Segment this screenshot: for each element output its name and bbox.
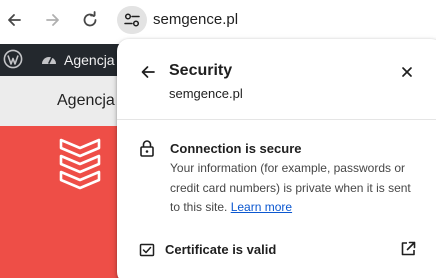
wordpress-logo-icon[interactable]: [3, 49, 23, 69]
site-info-button[interactable]: [117, 6, 147, 34]
popup-back-button[interactable]: [137, 61, 159, 83]
connection-status-title: Connection is secure: [170, 141, 302, 156]
site-logo-icon: [59, 138, 101, 190]
site-nav-link[interactable]: Agencja: [57, 92, 115, 110]
back-nav-button[interactable]: [2, 8, 26, 32]
browser-toolbar: semgence.pl: [0, 0, 436, 40]
popup-title: Security: [169, 62, 233, 79]
wp-admin-bar: Agencja S: [0, 44, 130, 76]
popup-divider: [117, 119, 436, 120]
lock-icon: [140, 140, 154, 157]
popup-close-button[interactable]: [396, 61, 418, 83]
certificate-row[interactable]: Certificate is valid: [117, 235, 436, 265]
certificate-icon: [139, 243, 155, 257]
connection-description: Your information (for example, passwords…: [170, 159, 420, 218]
tune-icon: [124, 13, 140, 27]
dashboard-gauge-icon: [42, 56, 56, 64]
address-bar-url[interactable]: semgence.pl: [153, 11, 238, 28]
reload-icon: [83, 11, 97, 27]
external-link-icon[interactable]: [399, 240, 417, 258]
forward-nav-button[interactable]: [41, 8, 65, 32]
arrow-left-icon: [141, 66, 155, 78]
popup-subtitle: semgence.pl: [169, 86, 243, 101]
arrow-right-icon: [46, 14, 59, 26]
certificate-label: Certificate is valid: [165, 242, 277, 257]
close-icon: [402, 67, 412, 77]
site-hero: [0, 126, 130, 278]
arrow-left-icon: [8, 14, 21, 26]
learn-more-link[interactable]: Learn more: [231, 200, 292, 214]
reload-button[interactable]: [78, 8, 102, 32]
security-popup: Security semgence.pl Connection is secur…: [117, 39, 436, 278]
site-header: Agencja: [0, 76, 130, 126]
